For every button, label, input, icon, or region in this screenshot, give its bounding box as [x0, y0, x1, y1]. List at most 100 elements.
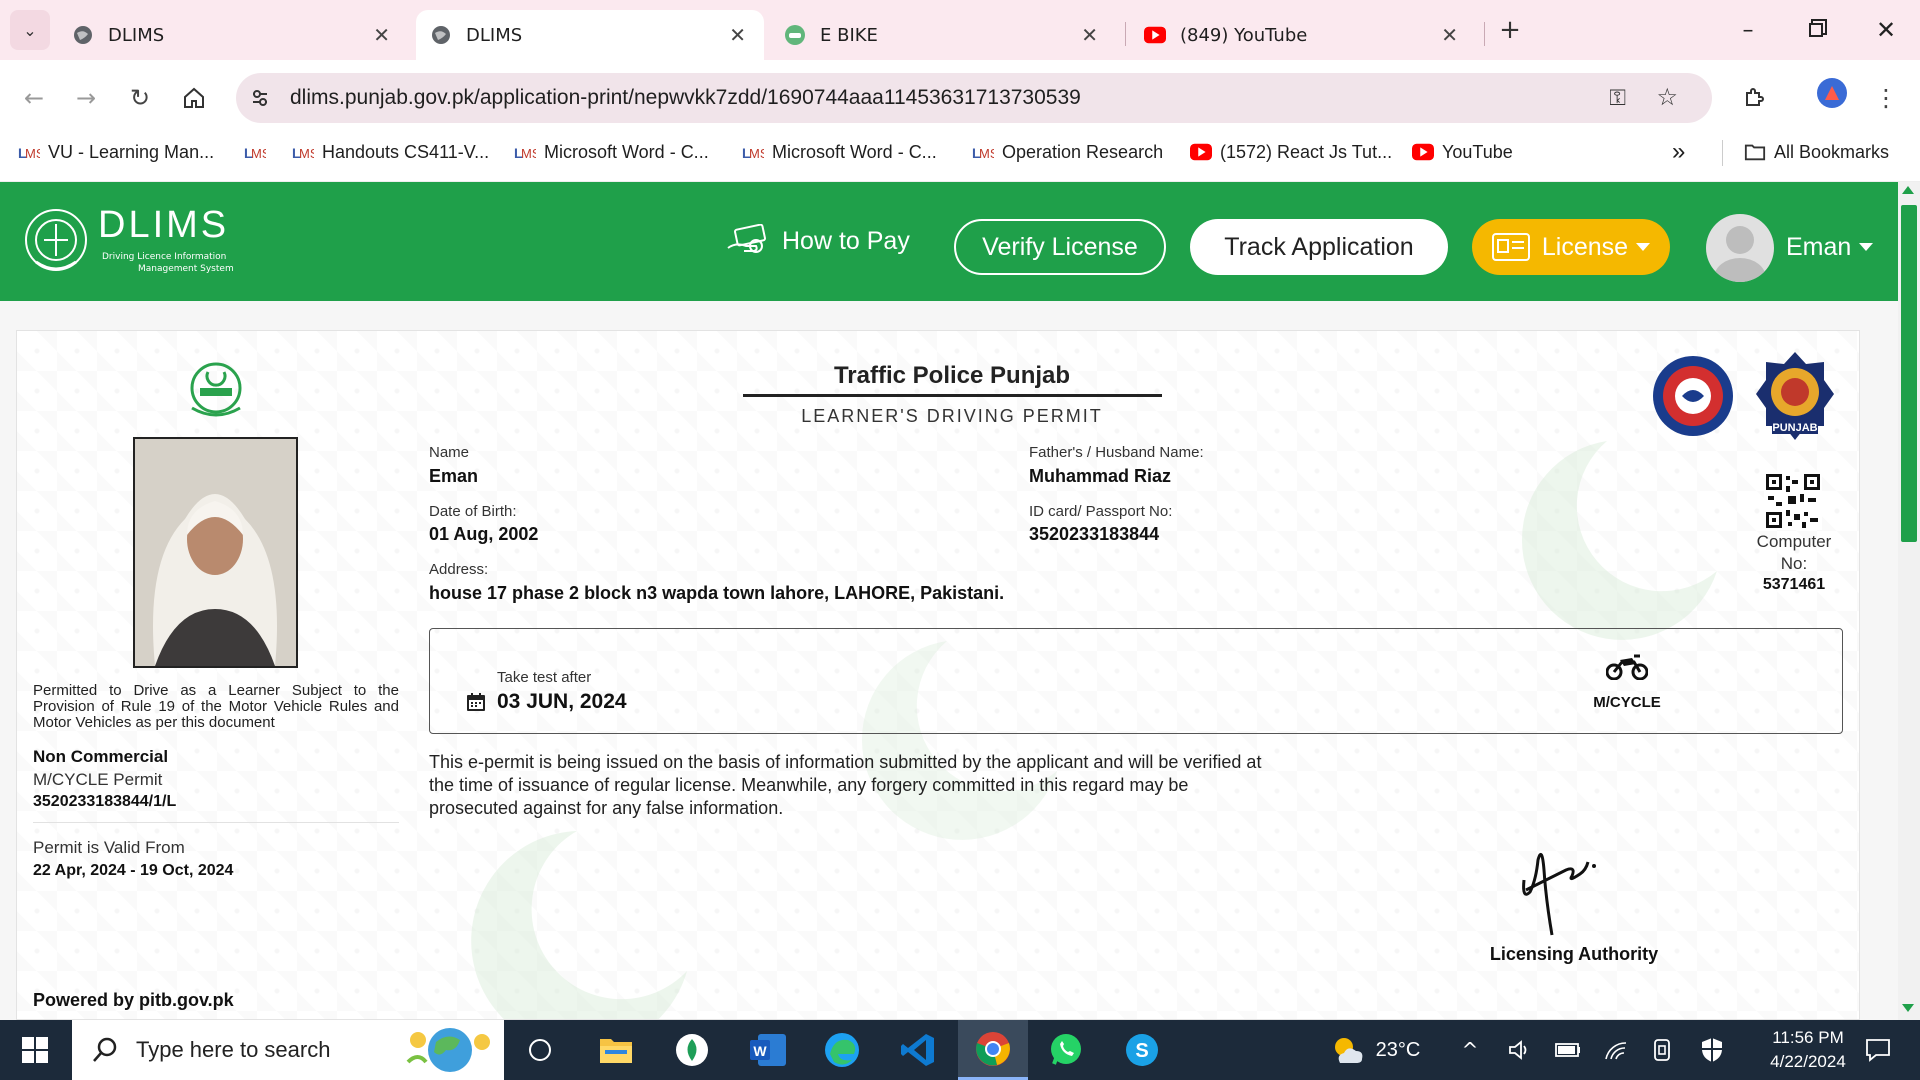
bookmarks-divider: [1722, 140, 1723, 166]
edge-button[interactable]: [812, 1020, 872, 1080]
traffic-police-badge-icon: PUNJAB: [1756, 352, 1834, 440]
windows-icon: [22, 1037, 48, 1063]
app-button[interactable]: [662, 1020, 722, 1080]
avatar-head: [1726, 226, 1754, 254]
tab-search-button[interactable]: ⌄: [10, 10, 50, 50]
bookmark-item[interactable]: (1572) React Js Tut...: [1190, 138, 1392, 166]
logo-subtitle-2: Management System: [138, 264, 234, 274]
wifi-icon: [1605, 1042, 1627, 1060]
network-button[interactable]: [1598, 1020, 1634, 1080]
vehicle-class: M/CYCLE: [1593, 694, 1661, 711]
user-menu-button[interactable]: Eman: [1786, 222, 1874, 272]
start-button[interactable]: [0, 1020, 70, 1080]
menu-button[interactable]: ⋮: [1866, 78, 1906, 118]
title-underline: [743, 394, 1162, 397]
lms-icon: LMS: [742, 141, 764, 163]
license-dropdown-button[interactable]: License: [1472, 219, 1670, 275]
bookmark-label: Microsoft Word - C...: [772, 141, 937, 162]
youtube-icon: [1412, 141, 1434, 163]
volume-button[interactable]: [1502, 1020, 1538, 1080]
profile-avatar[interactable]: [1817, 78, 1847, 108]
search-icon: [93, 1037, 117, 1062]
weather-icon: [1334, 1038, 1363, 1063]
bookmarks-overflow-button[interactable]: »: [1672, 138, 1685, 166]
back-button[interactable]: ←: [14, 78, 54, 118]
whatsapp-button[interactable]: [1036, 1020, 1096, 1080]
security-button[interactable]: [1694, 1020, 1730, 1080]
extensions-button[interactable]: [1734, 78, 1774, 118]
bookmark-item[interactable]: LMS Microsoft Word - C...: [514, 138, 709, 166]
browser-tab[interactable]: DLIMS ✕: [58, 10, 408, 60]
scroll-up-arrow[interactable]: [1902, 186, 1914, 194]
bookmark-item[interactable]: LMS VU - Learning Man...: [18, 138, 214, 166]
minimize-button[interactable]: –: [1728, 10, 1768, 50]
scroll-thumb[interactable]: [1901, 205, 1917, 542]
skype-button[interactable]: S: [1112, 1020, 1172, 1080]
chrome-button[interactable]: [958, 1020, 1028, 1080]
task-view-icon: [529, 1039, 551, 1061]
site-header: DLIMS Driving Licence Information Manage…: [0, 182, 1920, 301]
vscode-button[interactable]: [888, 1020, 948, 1080]
bookmark-label: Microsoft Word - C...: [544, 141, 709, 162]
close-window-button[interactable]: ✕: [1866, 10, 1906, 50]
user-name: Eman: [1786, 232, 1852, 261]
how-to-pay-link[interactable]: How to Pay: [726, 216, 910, 266]
bookmark-item[interactable]: LMS Operation Research: [972, 138, 1163, 166]
close-icon[interactable]: ✕: [373, 23, 390, 47]
tab-title: DLIMS: [108, 24, 165, 46]
caret-down-icon: [1859, 243, 1874, 251]
id-card-icon: [1491, 233, 1530, 261]
track-application-label: Track Application: [1224, 232, 1414, 261]
verify-license-button[interactable]: Verify License: [954, 219, 1166, 275]
valid-from-label: Permit is Valid From: [33, 838, 185, 857]
dob-label: Date of Birth:: [429, 503, 517, 520]
site-info-icon[interactable]: [248, 86, 272, 110]
temperature: 23°C: [1375, 1038, 1421, 1061]
puzzle-icon: [1746, 88, 1764, 106]
address-bar[interactable]: dlims.punjab.gov.pk/application-print/ne…: [236, 73, 1712, 123]
lms-icon: LMS: [292, 141, 314, 163]
track-application-button[interactable]: Track Application: [1190, 219, 1448, 275]
restore-button[interactable]: [1796, 10, 1836, 50]
bookmark-item[interactable]: LMS Microsoft Word - C...: [742, 138, 937, 166]
task-view-button[interactable]: [510, 1020, 570, 1080]
device-button[interactable]: [1644, 1020, 1680, 1080]
forward-button[interactable]: →: [66, 78, 106, 118]
bookmark-item[interactable]: YouTube: [1412, 138, 1513, 166]
all-bookmarks-button[interactable]: All Bookmarks: [1744, 138, 1889, 166]
bookmark-label: YouTube: [1442, 141, 1513, 162]
weather-widget[interactable]: 23°C: [1320, 1020, 1430, 1080]
browser-tab[interactable]: (849) YouTube ✕: [1130, 10, 1476, 60]
user-avatar[interactable]: [1706, 214, 1774, 282]
show-hidden-icons-button[interactable]: ^: [1452, 1020, 1488, 1080]
svg-text:S: S: [1135, 1040, 1148, 1062]
url-text: dlims.punjab.gov.pk/application-print/ne…: [290, 86, 1081, 109]
bookmark-star-icon[interactable]: ☆: [1656, 83, 1678, 111]
whatsapp-icon: [1051, 1034, 1081, 1065]
father-label: Father's / Husband Name:: [1029, 444, 1204, 461]
close-icon[interactable]: ✕: [1441, 23, 1458, 47]
new-tab-button[interactable]: +: [1494, 14, 1526, 46]
battery-button[interactable]: [1550, 1020, 1586, 1080]
reload-button[interactable]: ↻: [120, 78, 160, 118]
emblem-icon: [25, 209, 87, 271]
taskbar-search-box[interactable]: Type here to search: [72, 1020, 504, 1080]
computer-label-line2: No:: [1780, 554, 1808, 573]
home-button[interactable]: [174, 78, 214, 118]
file-explorer-button[interactable]: [586, 1020, 646, 1080]
bookmark-item[interactable]: LMS: [244, 138, 274, 166]
close-icon[interactable]: ✕: [1081, 23, 1098, 47]
bookmark-item[interactable]: LMS Handouts CS411-V...: [292, 138, 489, 166]
browser-tab[interactable]: E BIKE ✕: [770, 10, 1116, 60]
svg-text:MS: MS: [521, 146, 536, 161]
browser-tab-active[interactable]: DLIMS ✕: [416, 10, 764, 60]
notifications-button[interactable]: [1848, 1020, 1908, 1080]
valid-range: 22 Apr, 2024 - 19 Oct, 2024: [33, 862, 234, 879]
dob-value: 01 Aug, 2002: [429, 524, 539, 544]
dlims-logo[interactable]: DLIMS Driving Licence Information Manage…: [18, 204, 238, 280]
scroll-down-arrow[interactable]: [1902, 1004, 1914, 1012]
close-icon[interactable]: ✕: [729, 23, 746, 47]
word-button[interactable]: W: [738, 1020, 798, 1080]
permit-type: M/CYCLE Permit: [33, 770, 163, 789]
password-key-icon[interactable]: ⚿: [1609, 86, 1626, 111]
